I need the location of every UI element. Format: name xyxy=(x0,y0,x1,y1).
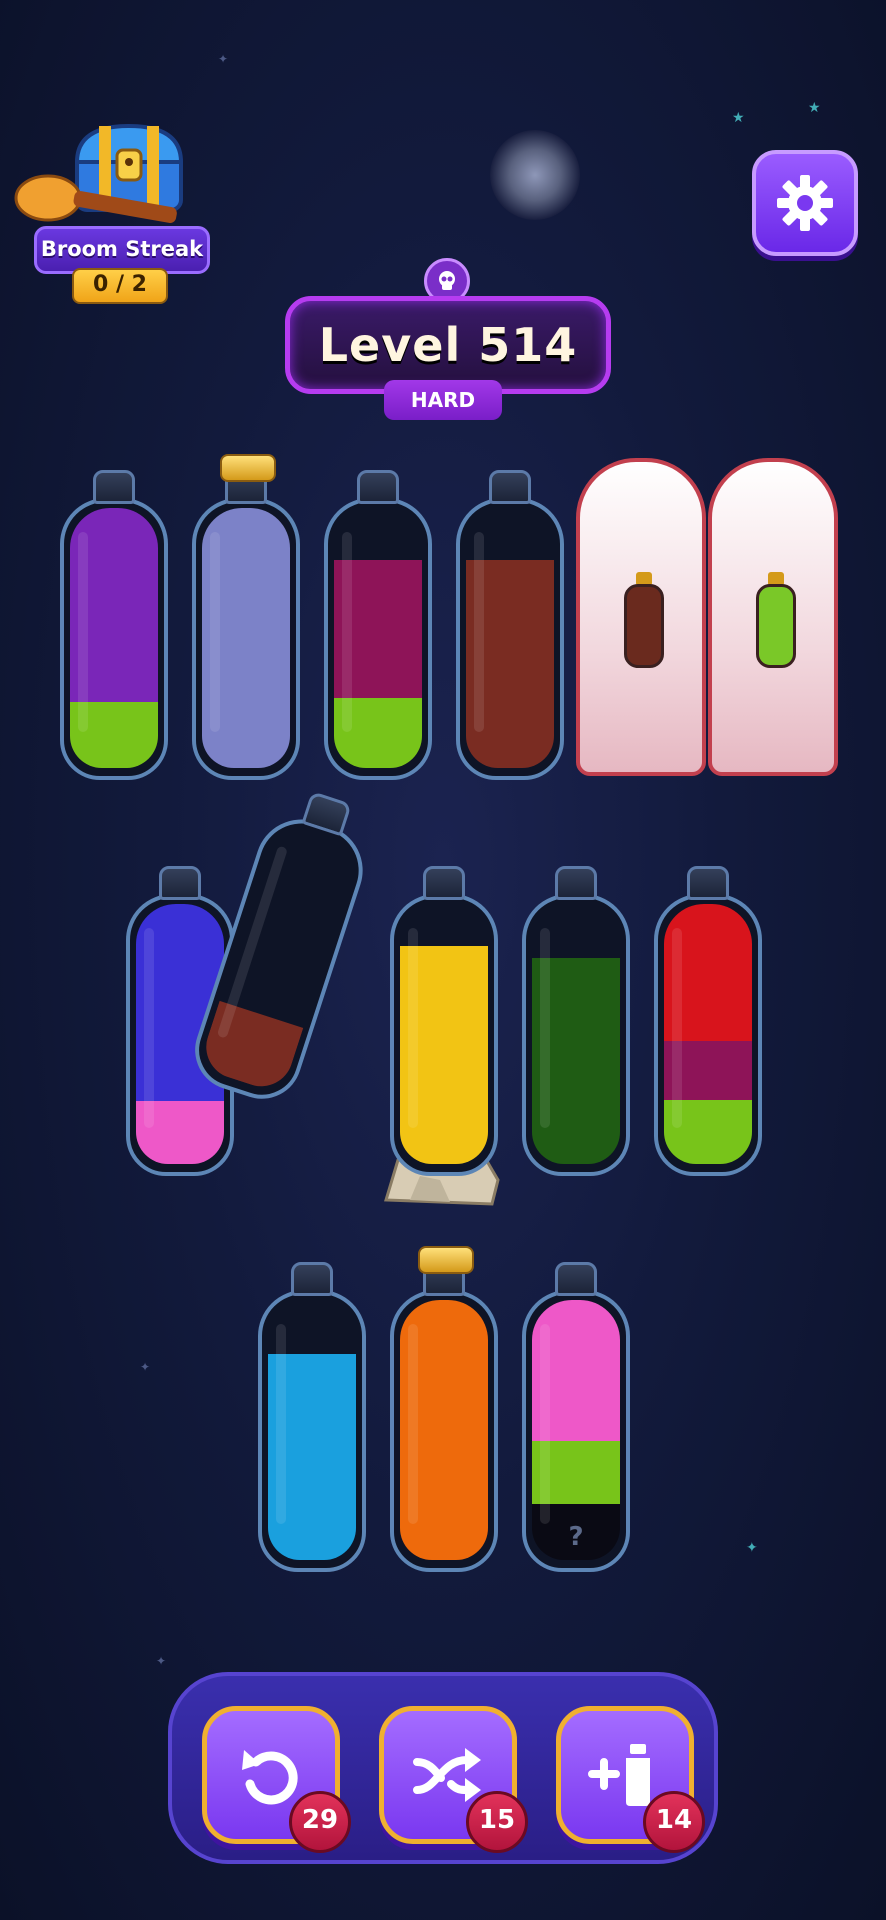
bottle[interactable] xyxy=(324,470,432,780)
bottle[interactable]: ? xyxy=(522,1262,630,1572)
broom-streak-progress: 0 / 2 xyxy=(72,268,168,304)
undo-icon xyxy=(242,1750,298,1805)
bottle[interactable] xyxy=(390,1246,498,1572)
bottle-body xyxy=(192,498,300,780)
liquid-layer xyxy=(197,1000,304,1095)
bottle-neck xyxy=(291,1262,333,1296)
bottle-neck xyxy=(159,866,201,900)
bottle[interactable] xyxy=(60,470,168,780)
bottle-neck xyxy=(555,1262,597,1296)
bottle[interactable] xyxy=(390,866,498,1176)
undo-button[interactable]: 29 xyxy=(202,1706,351,1853)
bottle-neck xyxy=(489,470,531,504)
bottle-body xyxy=(60,498,168,780)
shuffle-count-badge: 15 xyxy=(466,1791,528,1853)
star-decoration: ★ xyxy=(732,110,745,126)
hint-bottle-icon xyxy=(624,572,664,668)
bottle-neck xyxy=(93,470,135,504)
covered-bottle[interactable] xyxy=(708,458,838,776)
difficulty-badge: HARD xyxy=(384,380,502,420)
bottle[interactable] xyxy=(654,866,762,1176)
star-decoration: ✦ xyxy=(156,1654,167,1668)
star-decoration: ✦ xyxy=(746,1540,758,1556)
shuffle-button[interactable]: 15 xyxy=(379,1706,528,1853)
add-bottle-button[interactable]: 14 xyxy=(556,1706,705,1853)
bottle-body xyxy=(456,498,564,780)
bottle-body xyxy=(390,894,498,1176)
add-bottle-count-badge: 14 xyxy=(643,1791,705,1853)
bottle[interactable] xyxy=(456,470,564,780)
bottle-body xyxy=(390,1290,498,1572)
bottle[interactable] xyxy=(522,866,630,1176)
bottle-neck xyxy=(423,866,465,900)
bottle[interactable] xyxy=(192,454,300,780)
bottle-body xyxy=(522,894,630,1176)
bottle-body xyxy=(654,894,762,1176)
gear-icon xyxy=(777,175,833,231)
cork-icon xyxy=(418,1246,474,1274)
cork-icon xyxy=(220,454,276,482)
star-decoration: ✦ xyxy=(140,1360,151,1374)
bottle-neck xyxy=(687,866,729,900)
broom-streak-label: Broom Streak xyxy=(34,226,210,274)
bottle-neck xyxy=(357,470,399,504)
camera-indicator xyxy=(490,130,580,220)
broom-streak-widget[interactable]: Broom Streak 0 / 2 xyxy=(14,118,214,304)
bottle[interactable] xyxy=(258,1262,366,1572)
settings-button[interactable] xyxy=(752,150,858,256)
star-decoration: ✦ xyxy=(218,52,229,66)
powerup-toolbar: 29 15 14 xyxy=(168,1672,718,1864)
bottle-body xyxy=(258,1290,366,1572)
hidden-layer-mark: ? xyxy=(568,1522,584,1552)
star-decoration: ★ xyxy=(808,100,821,116)
bottle-body: ? xyxy=(522,1290,630,1572)
bottle-body xyxy=(324,498,432,780)
level-title: Level 514 xyxy=(318,318,578,372)
hint-bottle-icon xyxy=(756,572,796,668)
bottle-neck xyxy=(555,866,597,900)
undo-count-badge: 29 xyxy=(289,1791,351,1853)
covered-bottle[interactable] xyxy=(576,458,706,776)
